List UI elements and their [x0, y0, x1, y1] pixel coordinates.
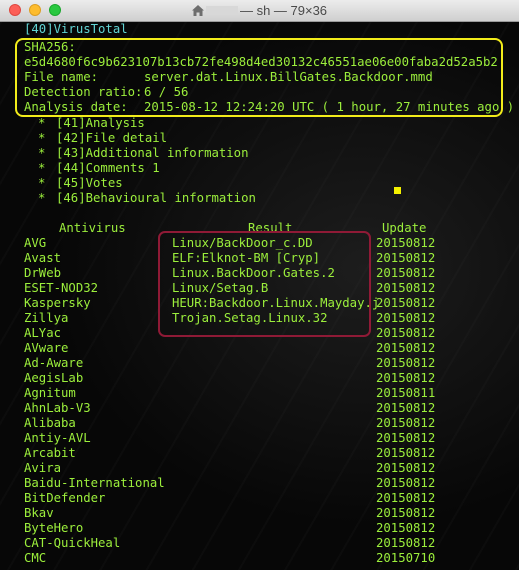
update-date: 20150812: [376, 401, 436, 415]
terminal-content[interactable]: [40]VirusTotal SHA256: e5d4680f6c9b62310…: [0, 22, 519, 570]
home-icon: [191, 5, 204, 16]
menu-bullet: *: [38, 146, 46, 160]
antivirus-name: AVware: [24, 341, 69, 355]
update-date: 20150812: [376, 461, 436, 475]
column-header-update: Update: [382, 221, 427, 235]
update-date: 20150812: [376, 281, 436, 295]
redacted-hostname: [205, 6, 238, 15]
highlight-box-detections: [158, 231, 371, 337]
antivirus-name: ESET-NOD32: [24, 281, 99, 295]
antivirus-name: Arcabit: [24, 446, 76, 460]
menu-bullet: *: [38, 116, 46, 130]
antivirus-name: Agnitum: [24, 386, 76, 400]
antivirus-name: CMC: [24, 551, 47, 565]
update-date: 20150812: [376, 446, 436, 460]
update-date: 20150812: [376, 311, 436, 325]
antivirus-name: Ad-Aware: [24, 356, 84, 370]
antivirus-name: ALYac: [24, 326, 62, 340]
title-bar[interactable]: — sh — 79×36: [0, 0, 519, 22]
menu-bullet: *: [38, 131, 46, 145]
link-comments[interactable]: [44]Comments 1: [56, 161, 160, 176]
antivirus-name: CAT-QuickHeal: [24, 536, 121, 550]
link-additional-information[interactable]: [43]Additional information: [56, 146, 249, 161]
antivirus-name: Alibaba: [24, 416, 76, 430]
update-date: 20150812: [376, 476, 436, 490]
update-date: 20150811: [376, 386, 436, 400]
update-date: 20150812: [376, 416, 436, 430]
terminal-window: — sh — 79×36 [40]VirusTotal SHA256: e5d4…: [0, 0, 519, 570]
update-date: 20150812: [376, 506, 436, 520]
antivirus-name: Zillya: [24, 311, 69, 325]
update-date: 20150812: [376, 491, 436, 505]
update-date: 20150812: [376, 296, 436, 310]
update-date: 20150812: [376, 536, 436, 550]
update-date: 20150812: [376, 356, 436, 370]
link-votes[interactable]: [45]Votes: [56, 176, 123, 191]
menu-bullet: *: [38, 161, 46, 175]
update-date: 20150812: [376, 236, 436, 250]
antivirus-name: AVG: [24, 236, 47, 250]
update-date: 20150812: [376, 371, 436, 385]
antivirus-name: Baidu-International: [24, 476, 165, 490]
update-date: 20150812: [376, 266, 436, 280]
menu-bullet: *: [38, 191, 46, 205]
highlight-box-file-summary: [15, 38, 503, 117]
antivirus-name: Bkav: [24, 506, 54, 520]
update-date: 20150812: [376, 326, 436, 340]
terminal-cursor: [394, 187, 401, 194]
update-date: 20150812: [376, 341, 436, 355]
column-header-antivirus: Antivirus: [59, 221, 126, 235]
antivirus-name: AegisLab: [24, 371, 84, 385]
window-title: — sh — 79×36: [0, 3, 519, 18]
update-date: 20150812: [376, 521, 436, 535]
antivirus-name: ByteHero: [24, 521, 84, 535]
link-analysis[interactable]: [41]Analysis: [56, 116, 145, 131]
update-date: 20150710: [376, 551, 436, 565]
antivirus-name: Avast: [24, 251, 62, 265]
antivirus-name: DrWeb: [24, 266, 62, 280]
antivirus-name: AhnLab-V3: [24, 401, 91, 415]
antivirus-name: Antiy-AVL: [24, 431, 91, 445]
menu-bullet: *: [38, 176, 46, 190]
link-file-detail[interactable]: [42]File detail: [56, 131, 167, 146]
update-date: 20150812: [376, 251, 436, 265]
section-heading[interactable]: [40]VirusTotal: [24, 22, 128, 37]
window-title-text: — sh — 79×36: [239, 3, 328, 18]
antivirus-name: Kaspersky: [24, 296, 91, 310]
antivirus-name: BitDefender: [24, 491, 106, 505]
link-behavioural-information[interactable]: [46]Behavioural information: [56, 191, 256, 206]
antivirus-name: Avira: [24, 461, 62, 475]
update-date: 20150812: [376, 431, 436, 445]
